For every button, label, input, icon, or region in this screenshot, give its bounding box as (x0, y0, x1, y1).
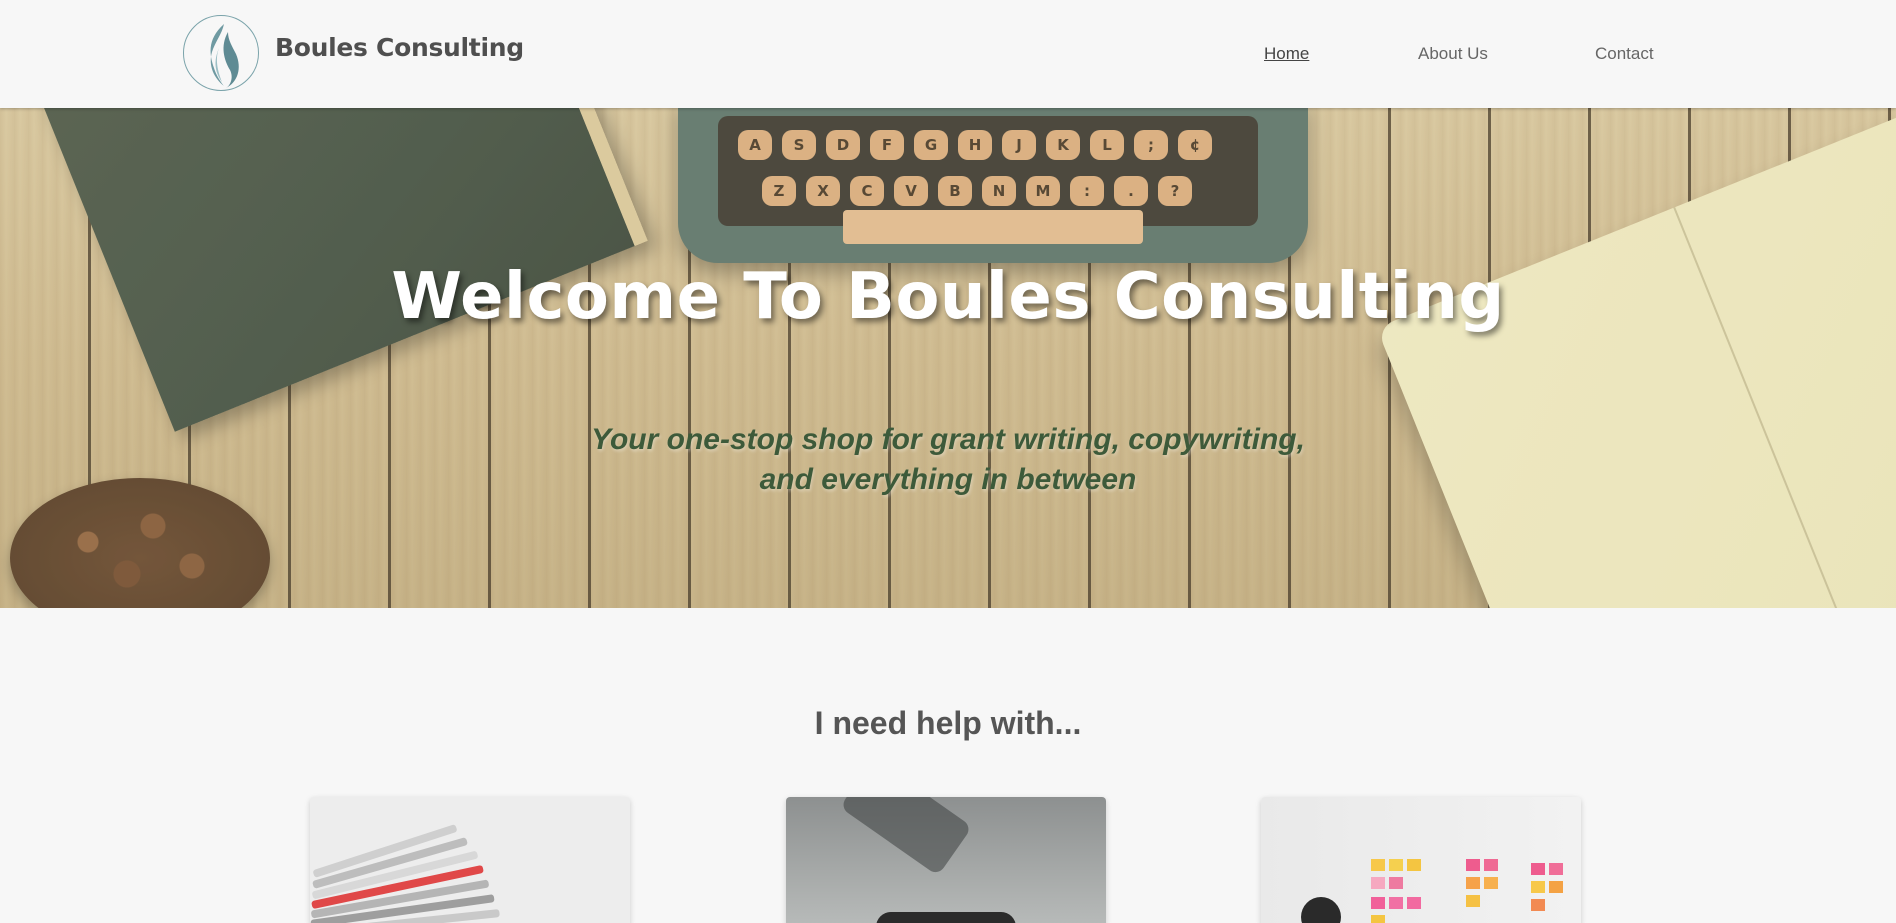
hero-banner: A S D F G H J K L ; ¢ Z X C V B N M : . … (0, 108, 1896, 608)
service-card-planning[interactable] (1261, 797, 1581, 923)
site-header: Boules Consulting Home About Us Contact (0, 0, 1896, 108)
nav-home[interactable]: Home (1264, 44, 1309, 64)
blurred-pen-image (839, 797, 973, 876)
paper-stack-image (310, 824, 510, 923)
service-card-copywriting[interactable] (786, 797, 1106, 923)
brand-name[interactable]: Boules Consulting (275, 33, 524, 62)
nav-about-us[interactable]: About Us (1418, 44, 1488, 64)
hero-subtitle-line-1: Your one-stop shop for grant writing, co… (591, 423, 1305, 456)
flame-logo-icon[interactable] (183, 15, 259, 91)
hero-subtitle: Your one-stop shop for grant writing, co… (0, 420, 1896, 500)
hero-title: Welcome To Boules Consulting (391, 260, 1505, 334)
nav-contact[interactable]: Contact (1595, 44, 1654, 64)
services-heading: I need help with... (814, 705, 1082, 741)
blurred-device-image (876, 912, 1016, 923)
hero-subtitle-line-2: and everything in between (759, 463, 1137, 496)
service-card-grant-writing[interactable] (310, 797, 630, 923)
